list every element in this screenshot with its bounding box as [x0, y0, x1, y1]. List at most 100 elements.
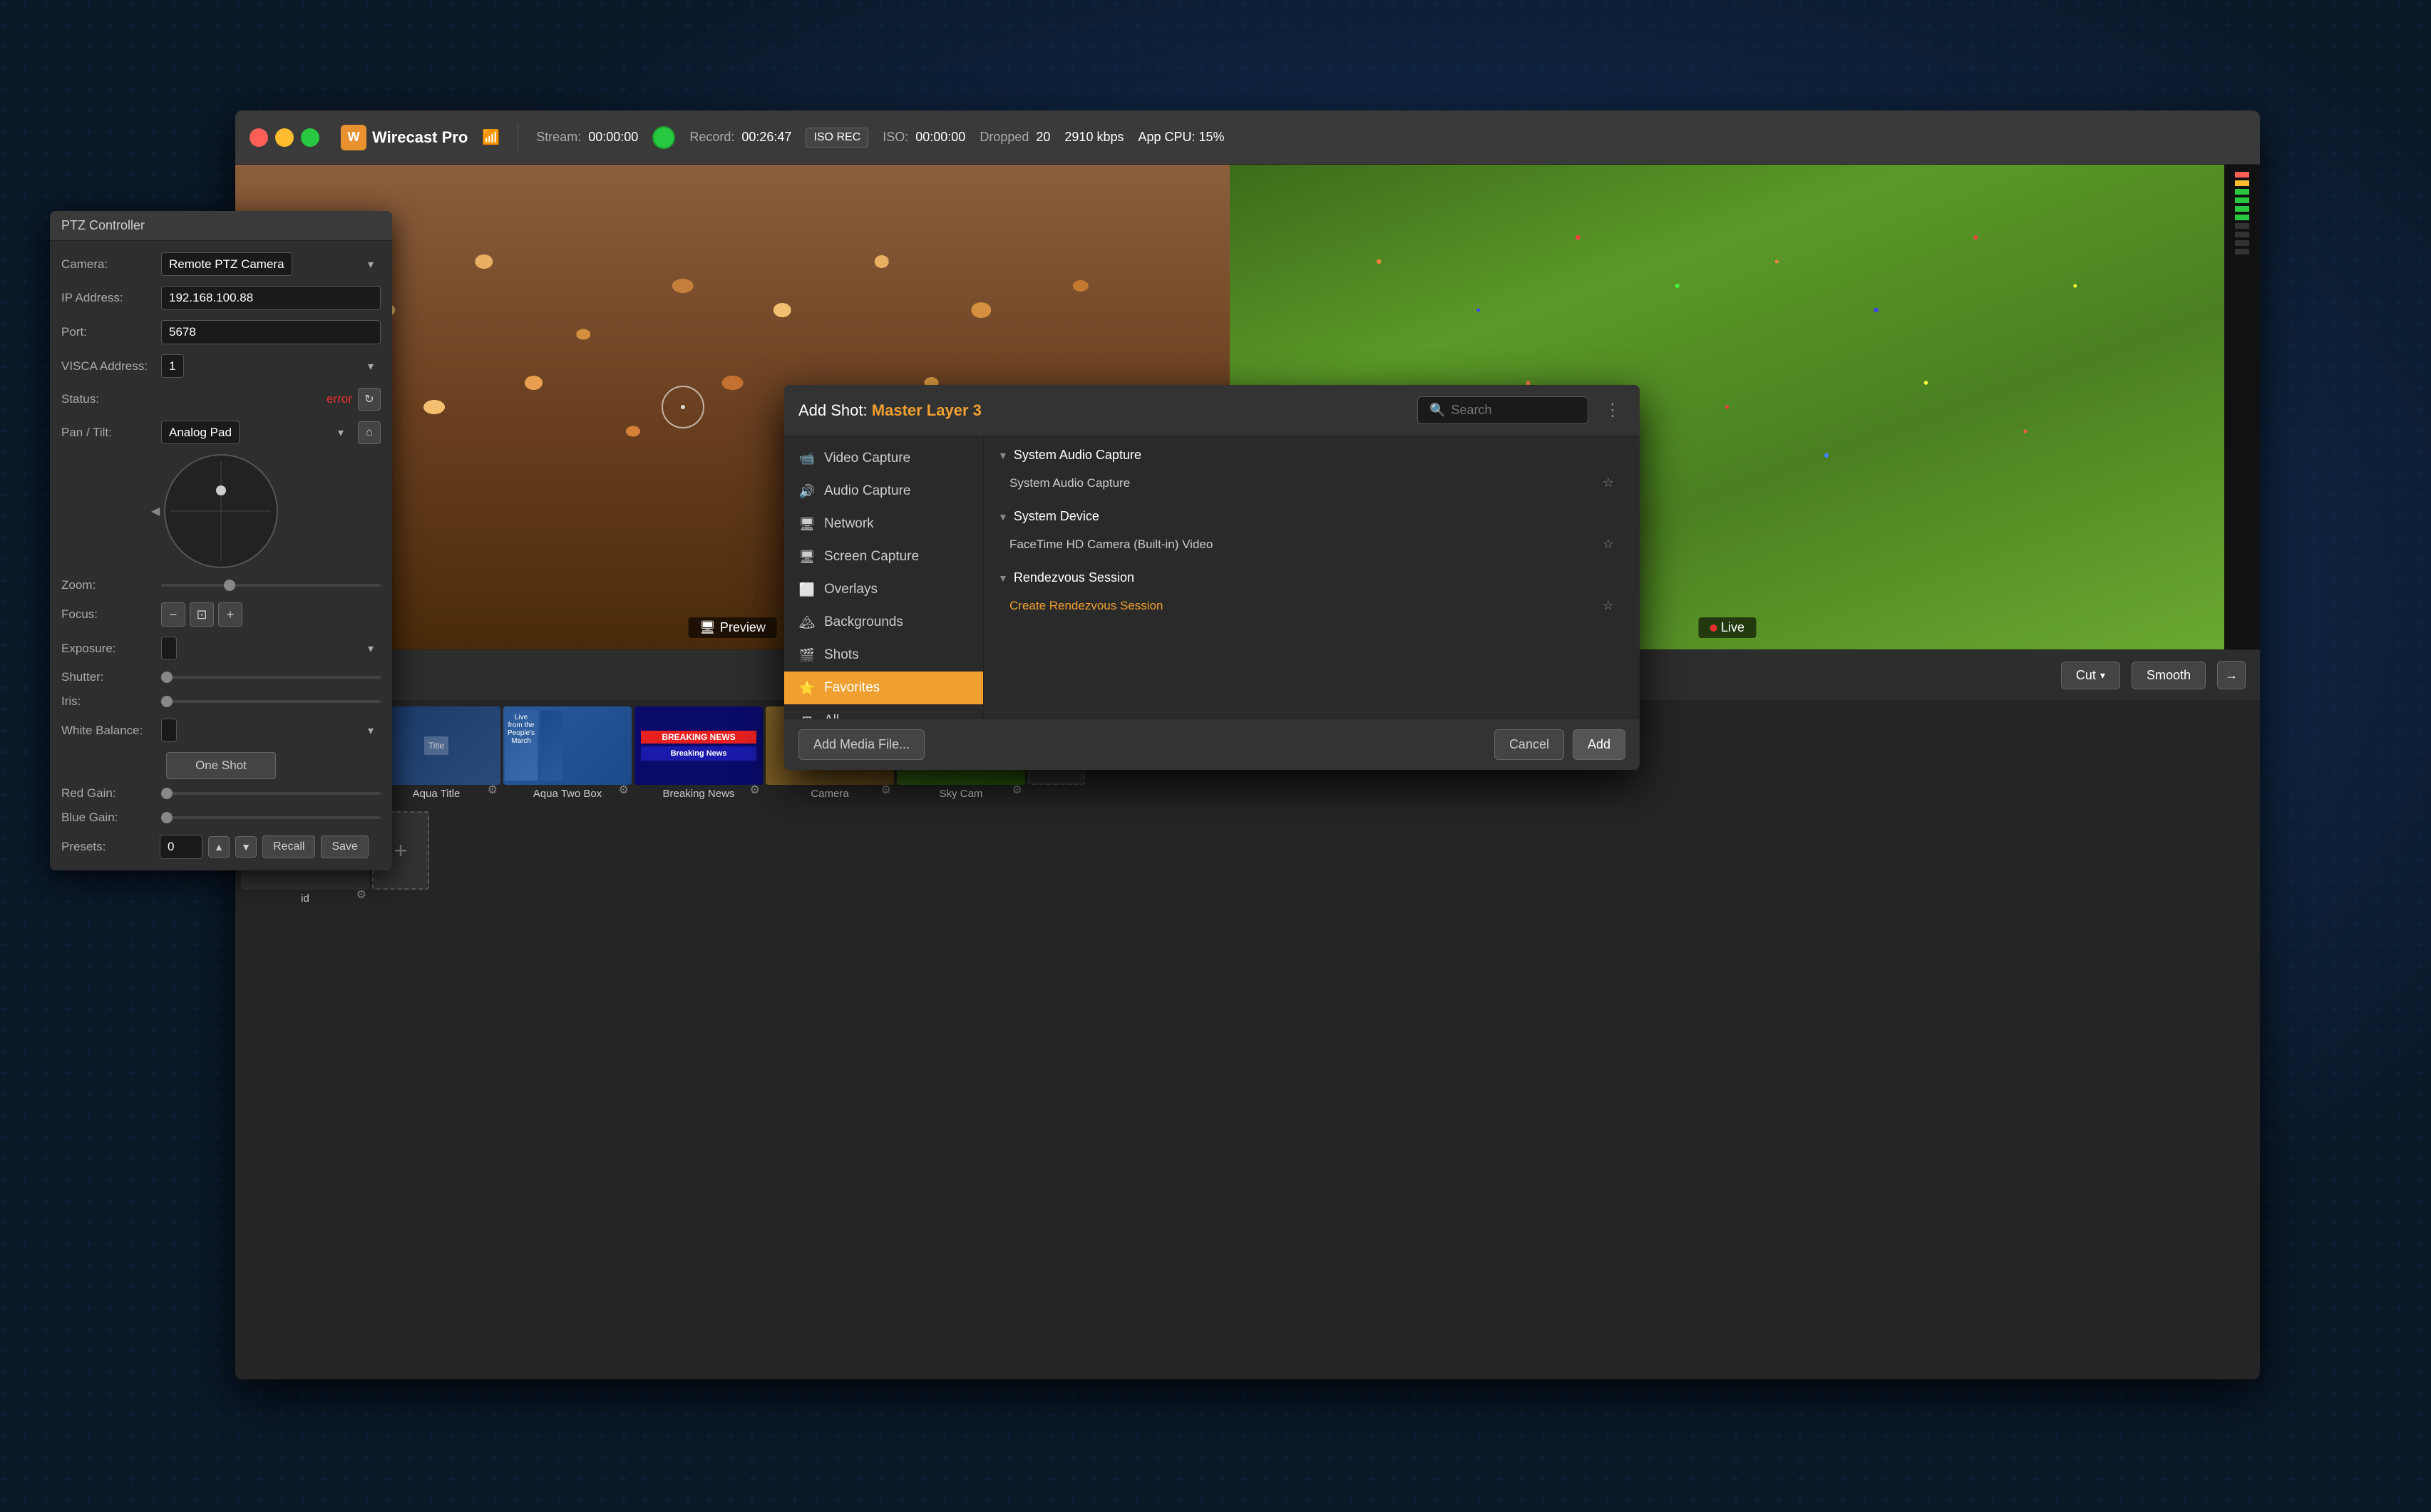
search-icon: 🔍: [1429, 403, 1445, 418]
shot-breaking-news[interactable]: BREAKING NEWS Breaking News Breaking New…: [634, 706, 763, 800]
shot-gear-row2[interactable]: ⚙: [356, 888, 366, 902]
cut-button[interactable]: Cut ▾: [2061, 662, 2120, 689]
menu-item-favorites[interactable]: ⭐ Favorites: [784, 672, 983, 704]
ptz-content: Camera: Remote PTZ Camera IP Address: Po…: [50, 241, 392, 870]
menu-item-network[interactable]: 🖥 Network: [784, 508, 983, 540]
add-button[interactable]: Add: [1573, 729, 1625, 760]
record-label: Record:: [689, 130, 734, 145]
one-shot-button[interactable]: One Shot: [166, 752, 276, 779]
dialog-more-button[interactable]: ⋮: [1600, 400, 1625, 421]
ptz-preset-down[interactable]: ▼: [235, 836, 257, 858]
menu-item-screen-capture[interactable]: 🖥 Screen Capture: [784, 540, 983, 573]
ptz-pantilt-row: Pan / Tilt: Analog Pad ⌂: [61, 421, 381, 444]
ptz-zoom-label: Zoom:: [61, 578, 154, 592]
chevron-audio-icon: ▼: [998, 450, 1008, 461]
ptz-presets-label: Presets:: [61, 840, 154, 854]
shot-gear-skycam[interactable]: ⚙: [1012, 783, 1022, 797]
minimize-button[interactable]: [275, 128, 294, 147]
menu-label-backgrounds: Backgrounds: [824, 614, 903, 630]
section-item-system-audio[interactable]: System Audio Capture ☆: [998, 468, 1625, 498]
shot-thumb-breaking: BREAKING NEWS Breaking News: [634, 706, 763, 785]
menu-item-all[interactable]: ⊞ All: [784, 704, 983, 719]
section-item-create-rendezvous[interactable]: Create Rendezvous Session ☆: [998, 591, 1625, 620]
ptz-shutter-slider[interactable]: [161, 676, 381, 679]
item-label-create-rendezvous[interactable]: Create Rendezvous Session: [1009, 599, 1163, 613]
menu-label-shots: Shots: [824, 647, 859, 663]
menu-item-video-capture[interactable]: 📹 Video Capture: [784, 442, 983, 475]
maximize-button[interactable]: [301, 128, 319, 147]
shots-lane: Social Media ⚙ Title Aqua Title ⚙: [235, 701, 2260, 1379]
live-dot: [1710, 624, 1717, 632]
main-content: 🖥 Preview Live: [235, 165, 2260, 1379]
transition-arrow[interactable]: →: [2217, 661, 2246, 689]
menu-item-overlays[interactable]: ⬜ Overlays: [784, 573, 983, 606]
ptz-focus-label: Focus:: [61, 607, 154, 622]
live-text: Live: [1721, 620, 1744, 635]
iso-button[interactable]: ISO REC: [806, 128, 868, 148]
chevron-rendezvous-icon: ▼: [998, 572, 1008, 584]
shot-gear-aquatitle[interactable]: ⚙: [488, 783, 498, 797]
focus-auto-button[interactable]: ⊡: [190, 602, 214, 627]
shot-gear-breaking[interactable]: ⚙: [750, 783, 760, 797]
ptz-camera-select[interactable]: Remote PTZ Camera: [161, 252, 292, 276]
app-logo: W Wirecast Pro: [341, 125, 468, 150]
menu-item-backgrounds[interactable]: 🏔 Backgrounds: [784, 606, 983, 639]
close-button[interactable]: [250, 128, 268, 147]
ptz-status-value: error ↻: [327, 388, 381, 411]
ptz-redgain-row: Red Gain:: [61, 786, 381, 801]
ptz-home-button[interactable]: ⌂: [358, 421, 381, 444]
menu-item-audio-capture[interactable]: 🔊 Audio Capture: [784, 475, 983, 508]
record-group: Record: 00:26:47: [689, 130, 791, 145]
dialog-body: 📹 Video Capture 🔊 Audio Capture 🖥 Networ…: [784, 436, 1640, 719]
joystick[interactable]: ◀: [164, 454, 278, 568]
titlebar: W Wirecast Pro 📶 Stream: 00:00:00 Record…: [235, 110, 2260, 165]
dialog-footer: Add Media File... Cancel Add: [784, 719, 1640, 770]
star-facetime[interactable]: ☆: [1603, 537, 1614, 552]
focus-buttons: − ⊡ +: [161, 602, 242, 627]
ptz-port-label: Port:: [61, 325, 154, 339]
dialog-search-box[interactable]: 🔍: [1417, 396, 1588, 424]
chevron-down-icon: ▾: [2100, 669, 2105, 682]
shot-gear-camera[interactable]: ⚙: [881, 783, 891, 797]
ptz-bluegain-label: Blue Gain:: [61, 811, 154, 825]
smooth-button[interactable]: Smooth: [2132, 662, 2206, 689]
ptz-ip-label: IP Address:: [61, 291, 154, 305]
ptz-preset-input[interactable]: [160, 835, 202, 859]
ptz-pantilt-select[interactable]: Analog Pad: [161, 421, 240, 444]
star-rendezvous[interactable]: ☆: [1603, 598, 1614, 613]
section-item-facetime[interactable]: FaceTime HD Camera (Built-in) Video ☆: [998, 530, 1625, 559]
menu-item-shots[interactable]: 🎬 Shots: [784, 639, 983, 672]
ptz-preset-up[interactable]: ▲: [208, 836, 230, 858]
vu-bar-1: [2235, 189, 2249, 195]
ptz-bluegain-slider[interactable]: [161, 816, 381, 819]
ptz-refresh-button[interactable]: ↻: [358, 388, 381, 411]
ptz-zoom-slider[interactable]: [161, 584, 381, 587]
ptz-iris-slider[interactable]: [161, 700, 381, 703]
ptz-exposure-select[interactable]: [161, 637, 177, 660]
menu-label-favorites: Favorites: [824, 680, 880, 696]
ptz-ip-input[interactable]: [161, 286, 381, 310]
app-name: Wirecast Pro: [372, 128, 468, 147]
cpu-value: App CPU: 15%: [1138, 130, 1224, 145]
ptz-camera-select-wrap: Remote PTZ Camera: [161, 252, 381, 276]
shot-gear-aquatwo[interactable]: ⚙: [619, 783, 629, 797]
focus-plus-button[interactable]: +: [218, 602, 242, 627]
dialog-search-input[interactable]: [1451, 403, 1565, 418]
cancel-button[interactable]: Cancel: [1494, 729, 1564, 760]
menu-label-screen-capture: Screen Capture: [824, 549, 919, 565]
ptz-visca-select[interactable]: 1: [161, 354, 184, 378]
vu-bar-4: [2235, 215, 2249, 220]
focus-minus-button[interactable]: −: [161, 602, 185, 627]
ptz-port-input[interactable]: [161, 320, 381, 344]
ptz-save-button[interactable]: Save: [321, 835, 368, 858]
ptz-wb-select[interactable]: [161, 719, 177, 742]
shot-aqua-twobox[interactable]: Live from thePeople's March Aqua Two Box…: [503, 706, 632, 800]
star-system-audio[interactable]: ☆: [1603, 475, 1614, 490]
add-media-file-button[interactable]: Add Media File...: [798, 729, 925, 760]
live-label: Live: [1698, 617, 1756, 638]
ptz-redgain-slider[interactable]: [161, 792, 381, 795]
chevron-device-icon: ▼: [998, 511, 1008, 523]
ptz-recall-button[interactable]: Recall: [262, 835, 315, 858]
item-label-system-audio: System Audio Capture: [1009, 476, 1130, 490]
section-header-audio: ▼ System Audio Capture: [998, 448, 1625, 463]
